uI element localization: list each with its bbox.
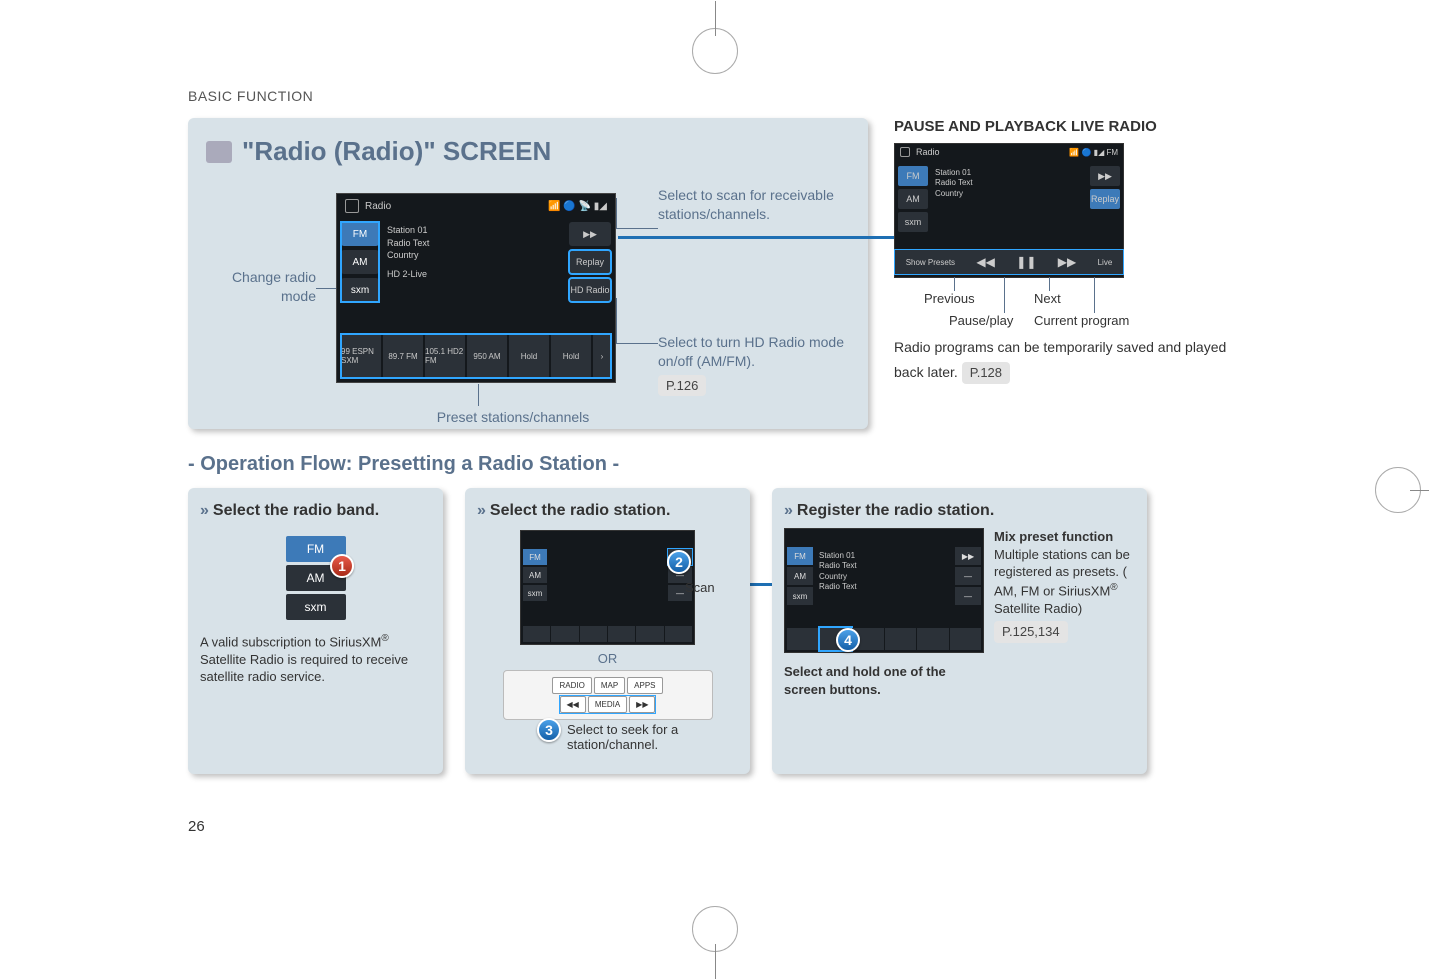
seek-label: Select to seek for a station/channel.: [567, 722, 737, 752]
pause-icon[interactable]: ❚❚: [1016, 255, 1036, 269]
step-register-station: »Register the radio station. FMAMsxm Sta…: [772, 488, 1147, 774]
hw-seek-next[interactable]: ▶▶: [629, 696, 655, 713]
annot-change-mode: Change radio mode: [206, 268, 316, 306]
preset-6[interactable]: Hold: [551, 334, 591, 378]
chevron-icon: »: [477, 502, 482, 520]
pause-playback-section: PAUSE AND PLAYBACK LIVE RADIO Radio 📶 🔵 …: [894, 118, 1234, 429]
radio-screen-panel: "Radio (Radio)" SCREEN Radio 📶 🔵 📡 ▮◢ FM…: [188, 118, 868, 429]
annot-scan: Select to scan for receivable stations/c…: [658, 186, 848, 224]
radio-main-screenshot: Radio 📶 🔵 📡 ▮◢ FM AM sxm Station 01 Radi…: [336, 193, 616, 383]
step-badge-3: 3: [537, 718, 561, 742]
annot-presets: Preset stations/channels: [388, 408, 638, 427]
section-label: BASIC FUNCTION: [188, 88, 1248, 104]
band-fm[interactable]: FM: [898, 166, 928, 186]
band-sxm[interactable]: sxm: [898, 212, 928, 232]
hw-seek-prev[interactable]: ◀◀: [560, 696, 586, 713]
preset-row[interactable]: 99 ESPN SXM 89.7 FM 105.1 HD2 FM 950 AM …: [341, 334, 611, 378]
home-icon[interactable]: [900, 147, 910, 157]
hw-radio-button[interactable]: RADIO: [552, 677, 591, 694]
step-select-band: »Select the radio band. FM AM sxm 1 A va…: [188, 488, 443, 774]
hold-note: Select and hold one of the screen button…: [784, 663, 974, 698]
preset-next-icon[interactable]: ›: [593, 334, 611, 378]
step3-screenshot: FMAMsxm Station 01Radio TextCountryRadio…: [784, 528, 984, 653]
preset-1[interactable]: 99 ESPN SXM: [341, 334, 381, 378]
pause-description: Radio programs can be temporarily saved …: [894, 338, 1234, 384]
hdradio-button[interactable]: HD Radio: [569, 278, 611, 302]
annot-hd: Select to turn HD Radio mode on/off (AM/…: [658, 333, 858, 396]
scan-label: Scan: [685, 580, 715, 595]
next-icon[interactable]: ▶▶: [1058, 255, 1076, 269]
sirius-note: A valid subscription to SiriusXM® Satell…: [200, 632, 431, 686]
scan-button[interactable]: ▶▶: [569, 222, 611, 246]
page-ref-126: P.126: [658, 375, 706, 397]
mix-preset-text: Mix preset function Multiple stations ca…: [994, 528, 1135, 698]
replay-button[interactable]: Replay: [1090, 189, 1120, 209]
band-fm[interactable]: FM: [341, 222, 379, 246]
step-select-station: »Select the radio station. FMAMsxm ▶▶ ——…: [465, 488, 750, 774]
page-number: 26: [188, 818, 205, 835]
live-button[interactable]: Live: [1098, 258, 1113, 267]
chevron-icon: »: [784, 502, 789, 520]
band-sxm-button[interactable]: sxm: [286, 594, 346, 620]
pause-title: PAUSE AND PLAYBACK LIVE RADIO: [894, 118, 1234, 135]
band-button-group: FM AM sxm: [286, 536, 346, 620]
hardware-panel: RADIO MAP APPS ◀◀ MEDIA ▶▶: [503, 670, 713, 720]
chevron-icon: »: [200, 502, 205, 520]
next-ff-icon[interactable]: ▶▶: [1090, 166, 1120, 186]
hw-apps-button[interactable]: APPS: [627, 677, 662, 694]
preset-2[interactable]: 89.7 FM: [383, 334, 423, 378]
playback-controls[interactable]: Show Presets ◀◀ ❚❚ ▶▶ Live: [895, 250, 1123, 274]
label-current: Current program: [1034, 313, 1129, 328]
step2-screenshot: FMAMsxm ▶▶ ——: [520, 530, 695, 645]
label-next: Next: [1034, 291, 1061, 306]
label-previous: Previous: [924, 291, 975, 306]
hw-map-button[interactable]: MAP: [594, 677, 625, 694]
operation-flow-title: - Operation Flow: Presetting a Radio Sta…: [188, 453, 1248, 476]
band-am[interactable]: AM: [341, 250, 379, 274]
replay-button[interactable]: Replay: [569, 250, 611, 274]
prev-icon[interactable]: ◀◀: [976, 255, 994, 269]
step-badge-2: 2: [667, 550, 691, 574]
band-column[interactable]: FM AM sxm: [341, 222, 379, 302]
preset-5[interactable]: Hold: [509, 334, 549, 378]
band-am[interactable]: AM: [898, 189, 928, 209]
screenshot-title: Radio: [365, 201, 391, 212]
preset-4[interactable]: 950 AM: [467, 334, 507, 378]
label-pause: Pause/play: [949, 313, 1013, 328]
flow-arrow-to-pause: [618, 236, 923, 239]
page-ref-125-134: P.125,134: [994, 621, 1068, 643]
station-info: Station 01 Radio Text Country HD 2-Live: [387, 224, 429, 280]
pause-screenshot: Radio 📶 🔵 ▮◢ FM FM AM sxm Station 01 Rad…: [894, 143, 1124, 278]
preset-3[interactable]: 105.1 HD2 FM: [425, 334, 465, 378]
radio-icon: [206, 141, 232, 163]
hw-media-button[interactable]: MEDIA: [588, 696, 627, 713]
step-badge-1: 1: [330, 554, 354, 578]
panel-title: "Radio (Radio)" SCREEN: [206, 136, 850, 167]
band-sxm[interactable]: sxm: [341, 278, 379, 302]
page-ref-128: P.128: [962, 362, 1010, 384]
home-icon[interactable]: [345, 199, 359, 213]
step-badge-4: 4: [836, 628, 860, 652]
or-label: OR: [477, 651, 738, 666]
